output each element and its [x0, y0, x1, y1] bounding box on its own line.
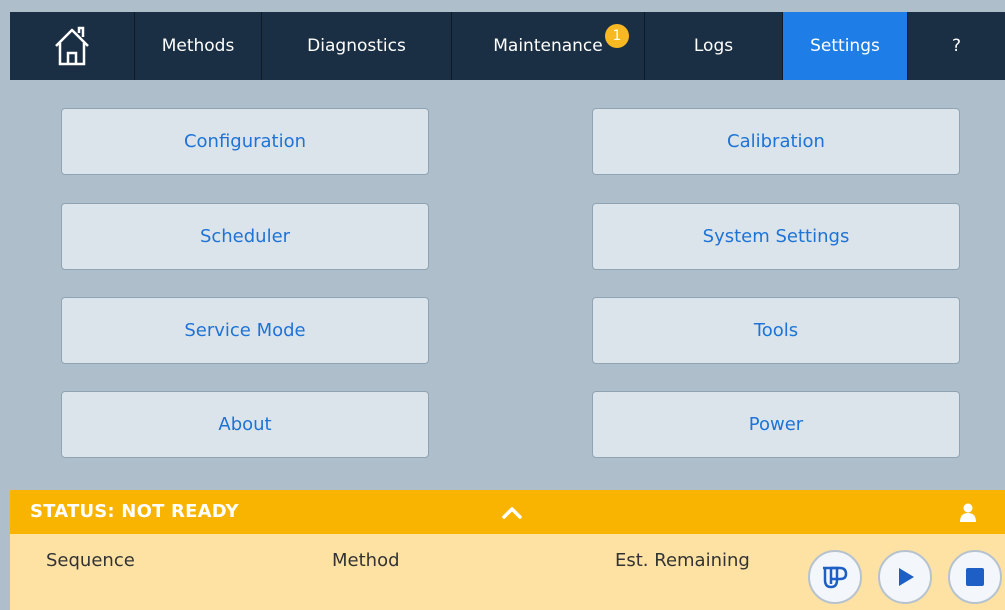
tools-button-label: Tools [753, 320, 799, 341]
tab-home[interactable] [10, 12, 135, 80]
power-button-label: Power [748, 414, 804, 435]
about-button-label: About [218, 414, 272, 435]
chevron-up-icon[interactable] [500, 502, 524, 522]
settings-panel: Configuration Scheduler Service Mode Abo… [10, 80, 1005, 490]
scheduler-button[interactable]: Scheduler [61, 203, 429, 270]
power-button[interactable]: Power [592, 391, 960, 458]
system-settings-button-label: System Settings [702, 226, 850, 247]
status-text: STATUS: NOT READY [30, 501, 239, 522]
user-icon[interactable] [958, 502, 978, 522]
method-label: Method [332, 550, 400, 571]
scheduler-button-label: Scheduler [199, 226, 291, 247]
play-icon [899, 568, 914, 586]
stop-button[interactable] [948, 550, 1002, 604]
configuration-button[interactable]: Configuration [61, 108, 429, 175]
maintenance-notification-badge: 1 [605, 24, 629, 48]
configuration-button-label: Configuration [183, 131, 307, 152]
tab-maintenance-label: Maintenance [493, 36, 603, 56]
est-remaining-label: Est. Remaining [615, 550, 750, 571]
play-button[interactable] [878, 550, 932, 604]
system-settings-button[interactable]: System Settings [592, 203, 960, 270]
top-navigation-bar: Methods Diagnostics Maintenance 1 Logs S… [10, 12, 1005, 80]
tab-settings-label: Settings [810, 36, 880, 56]
tab-logs-label: Logs [693, 36, 734, 56]
status-bar: STATUS: NOT READY [10, 490, 1005, 534]
tab-diagnostics[interactable]: Diagnostics [262, 12, 452, 80]
sample-tube-icon [823, 566, 848, 589]
calibration-button-label: Calibration [727, 131, 825, 152]
tab-methods-label: Methods [161, 36, 235, 56]
tab-methods[interactable]: Methods [135, 12, 262, 80]
tab-help[interactable]: ? [908, 12, 1005, 80]
calibration-button[interactable]: Calibration [592, 108, 960, 175]
service-mode-button-label: Service Mode [184, 320, 306, 341]
tab-diagnostics-label: Diagnostics [307, 36, 406, 56]
stop-icon [966, 568, 984, 586]
tools-button[interactable]: Tools [592, 297, 960, 364]
sample-button[interactable] [808, 550, 862, 604]
tab-logs[interactable]: Logs [645, 12, 783, 80]
run-info-bar: Sequence Method Est. Remaining [10, 534, 1005, 610]
about-button[interactable]: About [61, 391, 429, 458]
tab-maintenance[interactable]: Maintenance 1 [452, 12, 645, 80]
tab-help-label: ? [951, 36, 962, 56]
tab-settings[interactable]: Settings [783, 12, 908, 80]
home-icon [55, 26, 89, 66]
sequence-label: Sequence [46, 550, 135, 571]
service-mode-button[interactable]: Service Mode [61, 297, 429, 364]
